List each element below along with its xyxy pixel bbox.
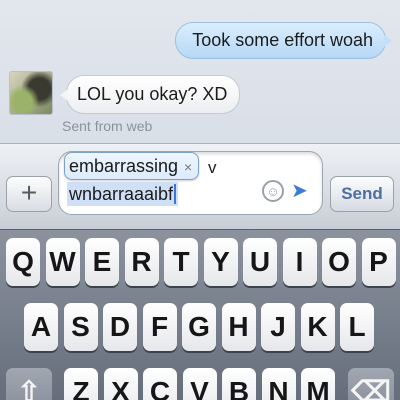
key-s[interactable]: S — [63, 303, 98, 351]
conversation-view: Took some effort woah LOL you okay? XD S… — [0, 0, 400, 143]
key-f[interactable]: F — [142, 303, 177, 351]
key-n[interactable]: N — [261, 368, 296, 400]
key-j[interactable]: J — [261, 303, 295, 351]
smiley-icon[interactable]: ☺ — [262, 180, 284, 202]
key-z[interactable]: Z — [64, 368, 98, 400]
key-o[interactable]: O — [322, 238, 356, 286]
key-u[interactable]: U — [243, 238, 277, 286]
typed-text-line1: v — [208, 158, 217, 177]
typed-word: wnbarraaaibf — [69, 184, 174, 204]
key-r[interactable]: R — [124, 238, 159, 286]
outgoing-message-bubble[interactable]: Took some effort woah — [175, 22, 392, 59]
key-e[interactable]: E — [85, 238, 119, 286]
contact-avatar[interactable] — [9, 71, 53, 115]
delete-key[interactable]: ⌫ — [348, 368, 394, 400]
key-l[interactable]: L — [340, 303, 374, 351]
key-b[interactable]: B — [222, 368, 256, 400]
dismiss-suggestion-icon[interactable]: × — [184, 154, 192, 180]
text-caret — [174, 184, 177, 204]
onscreen-keyboard: QWERTYUIOP ASDFGHJKL ZXCVBNM ⇧ ⌫ — [0, 229, 400, 400]
key-q[interactable]: Q — [6, 238, 40, 286]
compose-bar: + v wnbarraaaibf Send — [0, 143, 400, 229]
send-button[interactable]: Send — [330, 176, 394, 212]
key-v[interactable]: V — [182, 368, 217, 400]
key-m[interactable]: M — [301, 368, 335, 400]
key-d[interactable]: D — [103, 303, 137, 351]
shift-key[interactable]: ⇧ — [6, 368, 52, 400]
key-a[interactable]: A — [24, 303, 58, 351]
key-x[interactable]: X — [103, 368, 138, 400]
location-arrow-icon[interactable]: ➤ — [291, 181, 311, 201]
key-y[interactable]: Y — [203, 238, 238, 286]
add-attachment-button[interactable]: + — [6, 176, 52, 212]
key-k[interactable]: K — [300, 303, 335, 351]
incoming-message-bubble[interactable]: LOL you okay? XD — [59, 75, 241, 114]
key-c[interactable]: C — [143, 368, 177, 400]
key-t[interactable]: T — [164, 238, 198, 286]
autocorrect-word: embarrassing — [69, 156, 179, 176]
key-h[interactable]: H — [221, 303, 256, 351]
key-g[interactable]: G — [182, 303, 216, 351]
message-meta: Sent from web — [62, 118, 153, 134]
key-i[interactable]: I — [282, 238, 317, 286]
key-w[interactable]: W — [45, 238, 80, 286]
key-p[interactable]: P — [361, 238, 396, 286]
autocorrect-suggestion[interactable]: embarrassing × — [64, 152, 200, 180]
typed-text-line2: wnbarraaaibf — [67, 182, 179, 206]
